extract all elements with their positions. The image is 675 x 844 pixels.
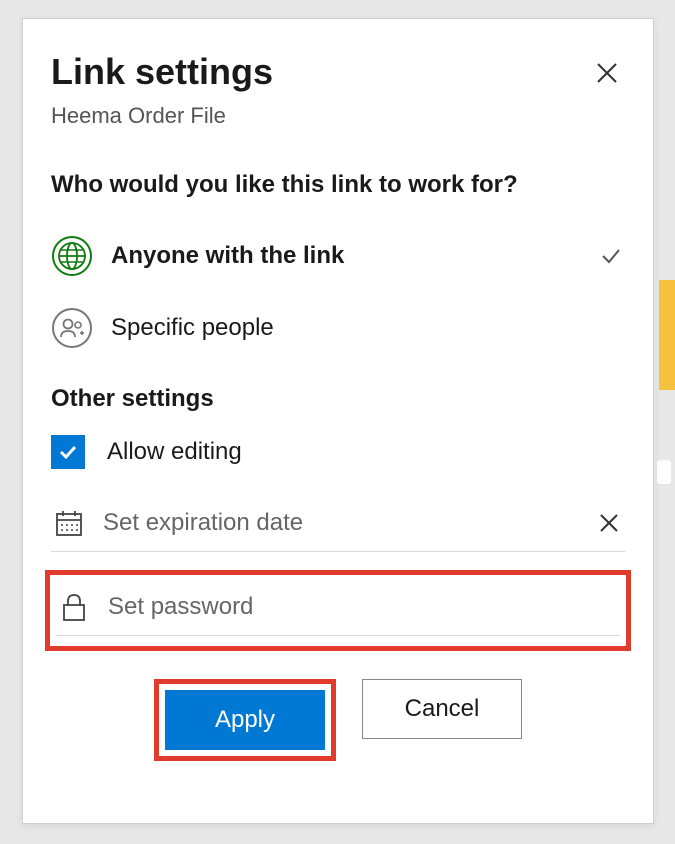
dialog-title: Link settings [51, 51, 625, 93]
password-row[interactable] [56, 589, 620, 636]
password-highlight [45, 570, 631, 651]
apply-button[interactable]: Apply [165, 690, 325, 750]
expiration-input[interactable] [103, 509, 593, 537]
lock-icon [56, 589, 92, 625]
option-specific[interactable]: Specific people [51, 307, 625, 349]
calendar-icon [51, 505, 87, 541]
cancel-button[interactable]: Cancel [362, 679, 522, 739]
checkmark-icon [597, 242, 625, 270]
password-input[interactable] [108, 593, 620, 621]
background-avatar-hint [657, 460, 671, 484]
button-row: Apply Cancel [51, 679, 625, 761]
option-anyone-label: Anyone with the link [111, 242, 597, 270]
expiration-row[interactable] [51, 505, 625, 552]
people-icon [51, 307, 93, 349]
link-settings-dialog: Link settings Heema Order File Who would… [22, 18, 654, 824]
checkbox-checked-icon [51, 435, 85, 469]
close-button[interactable] [591, 57, 623, 89]
close-icon [599, 513, 619, 533]
option-anyone[interactable]: Anyone with the link [51, 235, 625, 277]
background-accent [659, 280, 675, 390]
apply-highlight: Apply [154, 679, 336, 761]
allow-editing-label: Allow editing [107, 438, 242, 466]
option-specific-label: Specific people [111, 314, 625, 342]
clear-expiration-button[interactable] [593, 507, 625, 539]
other-settings-header: Other settings [51, 385, 625, 413]
audience-question: Who would you like this link to work for… [51, 171, 625, 199]
globe-icon [51, 235, 93, 277]
allow-editing-checkbox[interactable]: Allow editing [51, 435, 625, 469]
close-icon [596, 62, 618, 84]
file-name: Heema Order File [51, 103, 625, 129]
